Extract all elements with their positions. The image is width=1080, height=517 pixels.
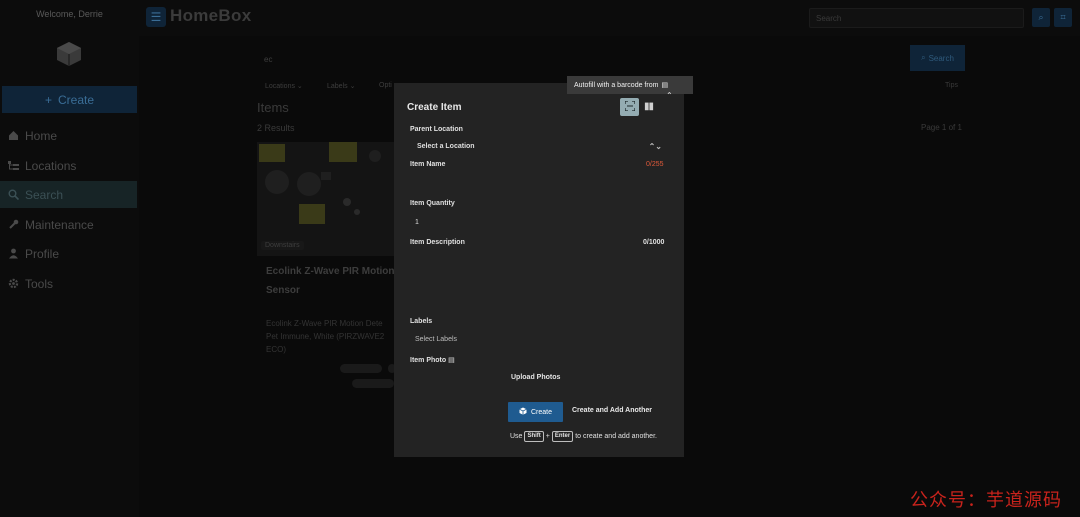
labels-select[interactable]: Select Labels	[415, 336, 457, 343]
item-quantity-input[interactable]: 1	[415, 219, 419, 226]
upload-photos-button[interactable]: Upload Photos	[511, 374, 560, 381]
plus-icon: +	[44, 92, 52, 107]
top-search-input[interactable]: Search	[809, 8, 1024, 28]
welcome-text: Welcome, Derrie	[36, 9, 103, 19]
tree-icon	[7, 160, 19, 172]
sidebar-create-button[interactable]: + Create	[2, 86, 137, 113]
sidebar-item-profile[interactable]: Profile	[0, 240, 137, 267]
top-scan-button[interactable]: ⌗	[1054, 8, 1072, 27]
parent-location-select[interactable]: Select a Location ⌃⌄	[410, 139, 668, 155]
item-description-char-count: 0/1000	[643, 239, 665, 246]
barcode-icon: ▤	[661, 82, 669, 89]
enter-key: Enter	[551, 431, 574, 442]
create-button[interactable]: Create	[508, 402, 563, 422]
page-title: Items	[257, 100, 289, 115]
query-input[interactable]: ec	[258, 46, 903, 72]
sidebar-item-maintenance[interactable]: Maintenance	[0, 211, 137, 238]
item-quantity-label: Item Quantity	[410, 200, 455, 207]
barcode-scan-icon	[623, 100, 636, 113]
card-title[interactable]: Ecolink Z-Wave PIR Motion Sensor	[266, 262, 396, 300]
results-count: 2 Results	[257, 123, 295, 133]
brand-logo: HomeBox	[170, 6, 252, 25]
menu-icon: ☰	[150, 10, 162, 24]
tooltip-caret-icon: ⌃	[666, 91, 673, 100]
sidebar-item-tools[interactable]: Tools	[0, 270, 137, 297]
select-chevron-icon: ⌃⌄	[648, 142, 662, 151]
wrench-icon	[7, 219, 19, 231]
filter-options[interactable]: Opti	[379, 82, 392, 89]
item-card-image[interactable]	[257, 142, 394, 256]
filter-labels[interactable]: Labels ⌄	[327, 82, 355, 90]
hamburger-menu-button[interactable]: ☰	[146, 7, 166, 27]
card-label-chip[interactable]	[352, 379, 394, 388]
homebox-logo-icon	[55, 40, 83, 68]
page-info: Page 1 of 1	[921, 123, 962, 132]
sidebar-item-locations[interactable]: Locations	[0, 152, 137, 179]
search-icon: ⌕	[921, 53, 926, 62]
labels-label: Labels	[410, 318, 433, 325]
autofill-tooltip: Autofill with a barcode from ▤	[567, 76, 693, 94]
item-photo-label: Item Photo ▤	[410, 357, 455, 364]
watermark-text: 公众号：芋道源码	[910, 490, 1062, 511]
tips-toggle[interactable]: Tips	[945, 82, 958, 89]
top-search-button[interactable]: ⌕	[1032, 8, 1050, 27]
search-icon: ⌕	[1038, 12, 1044, 22]
sidebar-item-home[interactable]: Home	[0, 122, 137, 149]
create-and-add-another-button[interactable]: Create and Add Another	[572, 407, 652, 414]
cube-icon	[519, 407, 527, 417]
scan-barcode-button[interactable]	[620, 98, 639, 116]
sidebar: Welcome, Derrie + Create Home Locations …	[0, 0, 139, 517]
search-button[interactable]: ⌕ Search	[910, 45, 965, 71]
item-name-char-count: 0/255	[646, 161, 664, 168]
card-location-badge[interactable]: Downstairs	[261, 241, 304, 250]
search-icon	[7, 189, 19, 201]
keyboard-hint: Use Shift + Enter to create and add anot…	[510, 431, 657, 442]
parent-location-label: Parent Location	[410, 126, 463, 133]
top-bar: ☰ HomeBox Search ⌕ ⌗	[139, 0, 1080, 36]
item-description-textarea[interactable]	[410, 249, 668, 313]
scan-icon: ⌗	[1060, 12, 1066, 22]
sidebar-item-search[interactable]: Search	[0, 181, 137, 208]
user-icon	[7, 248, 19, 260]
create-item-dialog: Create Item ▮▮ Parent Location Select a …	[394, 83, 684, 457]
filter-locations[interactable]: Locations ⌄	[265, 82, 303, 90]
barcode-toggle-icon[interactable]: ▮▮	[644, 101, 654, 112]
card-description: Ecolink Z-Wave PIR Motion Dete Pet Immun…	[266, 319, 385, 354]
dialog-title: Create Item	[407, 102, 462, 113]
item-name-label: Item Name	[410, 161, 446, 168]
gear-icon	[7, 278, 19, 290]
home-icon	[7, 130, 19, 142]
card-label-chip[interactable]	[340, 364, 382, 373]
shift-key: Shift	[524, 431, 544, 442]
item-description-label: Item Description	[410, 239, 465, 246]
item-name-input[interactable]	[410, 171, 668, 193]
barcode-icon: ▤	[448, 357, 455, 364]
